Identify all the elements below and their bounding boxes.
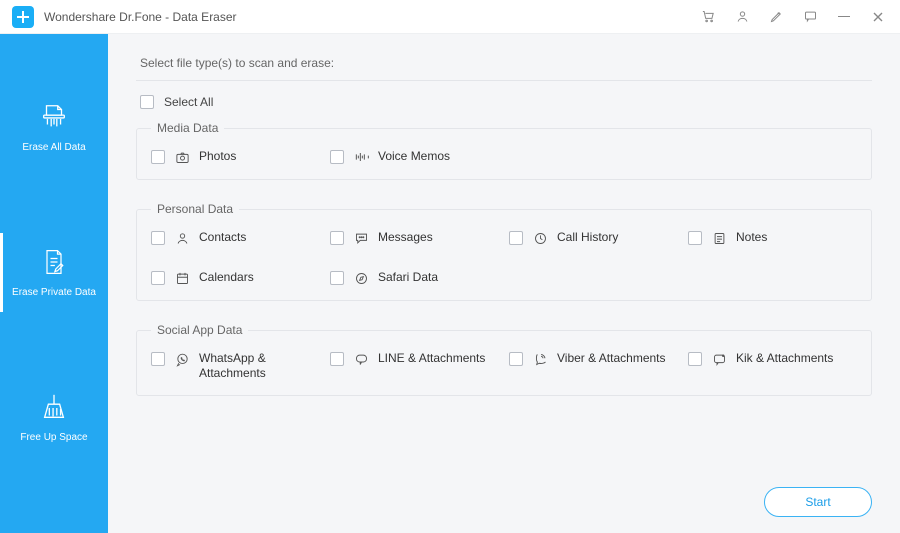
line-icon: [353, 351, 369, 367]
checkbox-calendars[interactable]: [151, 271, 165, 285]
item-photos: Photos: [151, 149, 320, 165]
whatsapp-icon: [174, 351, 190, 367]
calendar-icon: [174, 270, 190, 286]
checkbox-call-history[interactable]: [509, 231, 523, 245]
item-label: Viber & Attachments: [557, 351, 666, 366]
clock-icon: [532, 230, 548, 246]
footer: Start: [136, 479, 872, 517]
item-label: LINE & Attachments: [378, 351, 485, 366]
checkbox-notes[interactable]: [688, 231, 702, 245]
broom-icon: [39, 392, 69, 422]
sidebar-item-free-up-space[interactable]: Free Up Space: [0, 384, 108, 451]
app-logo: [12, 6, 34, 28]
item-viber: Viber & Attachments: [509, 351, 678, 381]
item-calendars: Calendars: [151, 270, 320, 286]
sidebar: Erase All Data Erase Private Data Fr: [0, 34, 108, 533]
group-title: Media Data: [151, 121, 224, 135]
cart-icon[interactable]: [700, 9, 716, 25]
item-label: WhatsApp & Attachments: [199, 351, 320, 381]
group-media-data: Media Data Photos Voice Memos: [136, 121, 872, 180]
group-personal-data: Personal Data Contacts Messages: [136, 202, 872, 301]
checkbox-whatsapp[interactable]: [151, 352, 165, 366]
select-all-row: Select All: [136, 95, 872, 109]
start-button[interactable]: Start: [764, 487, 872, 517]
checkbox-photos[interactable]: [151, 150, 165, 164]
item-label: Call History: [557, 230, 618, 245]
note-icon: [711, 230, 727, 246]
chat-icon: [353, 230, 369, 246]
checkbox-contacts[interactable]: [151, 231, 165, 245]
item-label: Photos: [199, 149, 236, 164]
group-title: Social App Data: [151, 323, 248, 337]
item-label: Contacts: [199, 230, 246, 245]
checkbox-voice-memos[interactable]: [330, 150, 344, 164]
checkbox-line[interactable]: [330, 352, 344, 366]
checkbox-kik[interactable]: [688, 352, 702, 366]
item-label: Voice Memos: [378, 149, 450, 164]
item-kik: Kik & Attachments: [688, 351, 857, 381]
item-label: Kik & Attachments: [736, 351, 833, 366]
item-contacts: Contacts: [151, 230, 320, 246]
sidebar-item-erase-all-data[interactable]: Erase All Data: [0, 94, 108, 161]
kik-icon: [711, 351, 727, 367]
item-safari-data: Safari Data: [330, 270, 499, 286]
viber-icon: [532, 351, 548, 367]
title-bar: Wondershare Dr.Fone - Data Eraser: [0, 0, 900, 34]
select-all-checkbox[interactable]: [140, 95, 154, 109]
item-label: Calendars: [199, 270, 254, 285]
item-label: Notes: [736, 230, 767, 245]
item-line: LINE & Attachments: [330, 351, 499, 381]
app-title: Wondershare Dr.Fone - Data Eraser: [44, 10, 237, 24]
sidebar-item-erase-private-data[interactable]: Erase Private Data: [0, 239, 108, 306]
shredder-icon: [39, 102, 69, 132]
item-whatsapp: WhatsApp & Attachments: [151, 351, 320, 381]
item-notes: Notes: [688, 230, 857, 246]
window-controls: [700, 9, 900, 25]
checkbox-viber[interactable]: [509, 352, 523, 366]
item-call-history: Call History: [509, 230, 678, 246]
item-messages: Messages: [330, 230, 499, 246]
checkbox-safari-data[interactable]: [330, 271, 344, 285]
waveform-icon: [353, 149, 369, 165]
sidebar-item-label: Erase All Data: [22, 142, 85, 153]
feedback-icon[interactable]: [802, 9, 818, 25]
camera-icon: [174, 149, 190, 165]
checkbox-messages[interactable]: [330, 231, 344, 245]
sidebar-item-label: Free Up Space: [20, 432, 87, 443]
edit-icon[interactable]: [768, 9, 784, 25]
group-social-app-data: Social App Data WhatsApp & Attachments L…: [136, 323, 872, 396]
item-label: Messages: [378, 230, 433, 245]
select-all-label: Select All: [164, 95, 213, 109]
panel-heading: Select file type(s) to scan and erase:: [136, 56, 872, 81]
sidebar-item-label: Erase Private Data: [12, 287, 96, 298]
main-panel: Select file type(s) to scan and erase: S…: [108, 34, 900, 533]
compass-icon: [353, 270, 369, 286]
group-title: Personal Data: [151, 202, 239, 216]
person-icon: [174, 230, 190, 246]
close-button[interactable]: [870, 9, 886, 25]
user-icon[interactable]: [734, 9, 750, 25]
item-voice-memos: Voice Memos: [330, 149, 499, 165]
doc-edit-icon: [40, 247, 68, 277]
item-label: Safari Data: [378, 270, 438, 285]
minimize-button[interactable]: [836, 9, 852, 25]
